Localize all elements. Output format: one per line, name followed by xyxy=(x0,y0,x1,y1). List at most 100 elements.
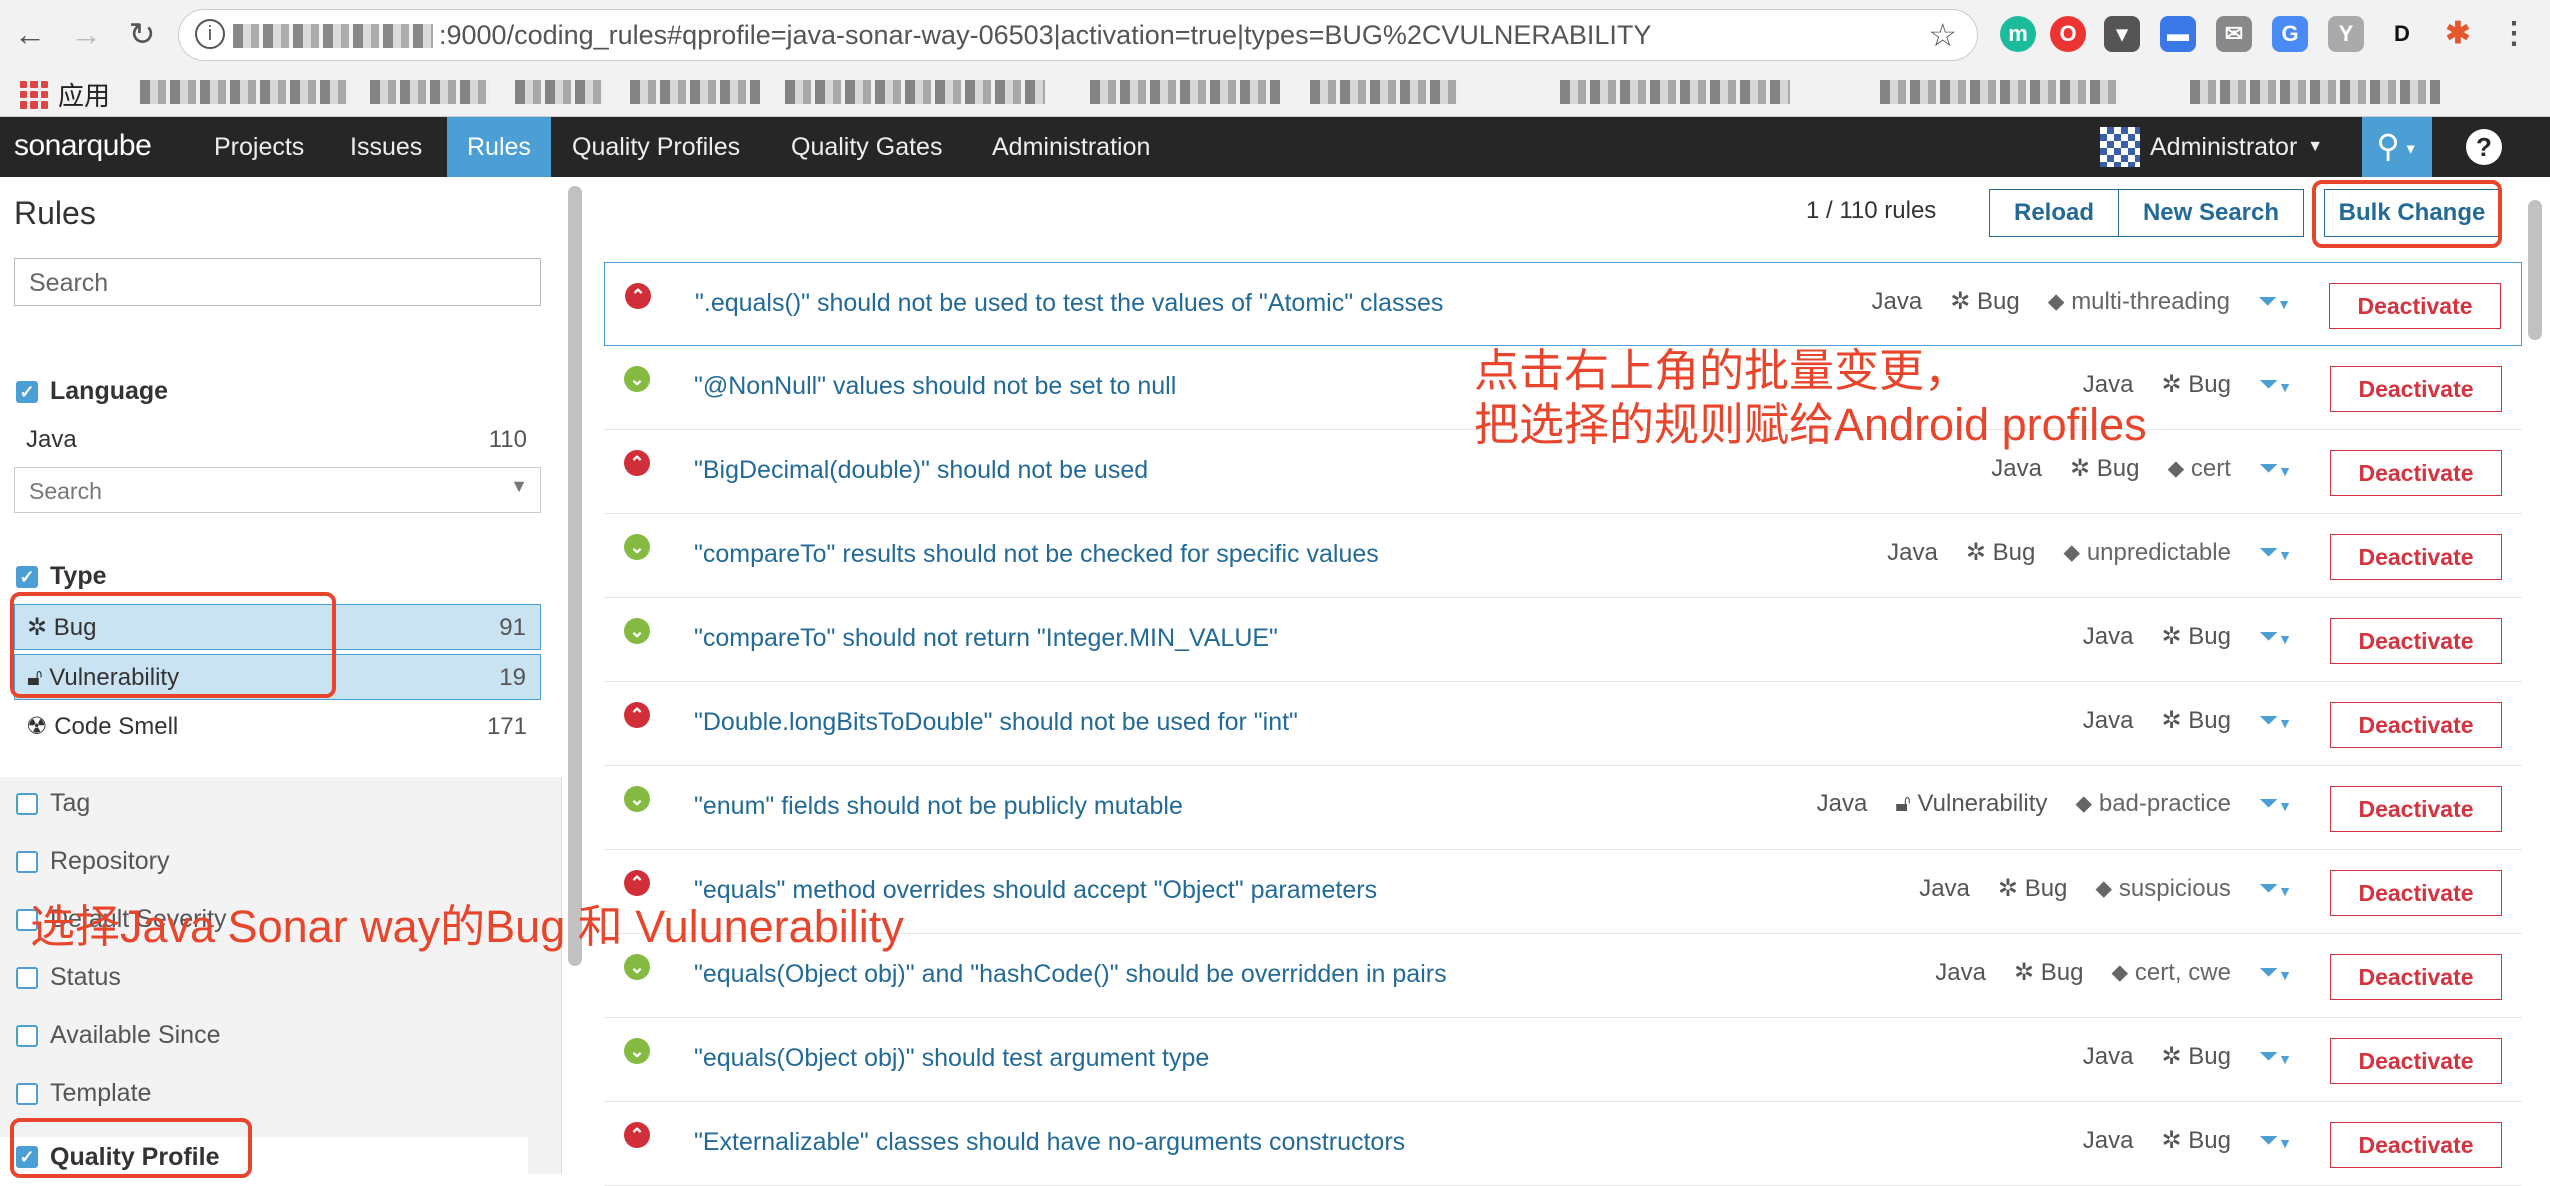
rule-tags[interactable]: ⬥ multi-threading xyxy=(2048,288,2230,316)
deactivate-button[interactable]: Deactivate xyxy=(2330,786,2502,832)
filter-icon[interactable]: ⏷▼ xyxy=(2259,623,2292,651)
nav-projects[interactable]: Projects xyxy=(194,117,324,177)
deactivate-button[interactable]: Deactivate xyxy=(2330,702,2502,748)
nav-issues[interactable]: Issues xyxy=(330,117,442,177)
extension-icon[interactable]: O xyxy=(2050,16,2086,52)
rule-name-link[interactable]: "Externalizable" classes should have no-… xyxy=(694,1128,1405,1157)
filter-icon[interactable]: ⏷▼ xyxy=(2258,288,2291,316)
filter-icon[interactable]: ⏷▼ xyxy=(2259,455,2292,483)
sidebar-scrollbar[interactable] xyxy=(568,186,582,966)
mail-icon[interactable]: ✉ xyxy=(2216,16,2252,52)
reload-icon[interactable]: ↻ xyxy=(122,14,162,54)
search-icon[interactable]: ⚲ ▼ xyxy=(2362,117,2432,177)
rule-tags[interactable]: ⬥ suspicious xyxy=(2095,875,2231,903)
rule-name-link[interactable]: "enum" fields should not be publicly mut… xyxy=(694,792,1183,821)
filter-icon[interactable]: ⏷▼ xyxy=(2259,1043,2292,1071)
deactivate-button[interactable]: Deactivate xyxy=(2330,366,2502,412)
rule-row[interactable]: ⌃ "Externalizable" classes should have no… xyxy=(604,1102,2522,1186)
deactivate-button[interactable]: Deactivate xyxy=(2330,1122,2502,1168)
deactivate-button[interactable]: Deactivate xyxy=(2330,534,2502,580)
facet-tag[interactable]: Tag xyxy=(16,789,90,818)
facet-item-java[interactable]: Java 110 xyxy=(14,417,541,463)
bookmark-item[interactable] xyxy=(2190,80,2440,104)
rule-name-link[interactable]: "equals(Object obj)" and "hashCode()" sh… xyxy=(694,960,1447,989)
rule-row[interactable]: ⌃ ".equals()" should not be used to test … xyxy=(604,262,2522,346)
bookmark-item[interactable] xyxy=(630,80,760,104)
deactivate-button[interactable]: Deactivate xyxy=(2330,618,2502,664)
menu-icon[interactable]: ⋮ xyxy=(2496,16,2532,52)
extension-icon[interactable]: ▬ xyxy=(2160,16,2196,52)
extension-icon[interactable]: Y xyxy=(2328,16,2364,52)
rule-name-link[interactable]: "equals(Object obj)" should test argumen… xyxy=(694,1044,1209,1073)
rule-tags[interactable]: ⬥ bad-practice xyxy=(2075,790,2231,818)
extension-icon[interactable]: m xyxy=(2000,16,2036,52)
filter-icon[interactable]: ⏷▼ xyxy=(2259,539,2292,567)
new-search-button[interactable]: New Search xyxy=(2118,189,2304,237)
language-search-select[interactable]: Search ▼ xyxy=(14,467,541,513)
extension-icon[interactable]: ✱ xyxy=(2440,16,2476,52)
translate-icon[interactable]: G xyxy=(2272,16,2308,52)
nav-quality-gates[interactable]: Quality Gates xyxy=(771,117,962,177)
filter-icon[interactable]: ⏷▼ xyxy=(2259,707,2292,735)
back-icon[interactable]: ← xyxy=(10,14,50,54)
pocket-icon[interactable]: ▾ xyxy=(2104,16,2140,52)
bookmark-star-icon[interactable]: ☆ xyxy=(1928,16,1957,54)
url-field[interactable]: i :9000/coding_rules#qprofile=java-sonar… xyxy=(178,9,1978,61)
deactivate-button[interactable]: Deactivate xyxy=(2330,450,2502,496)
rule-name-link[interactable]: "compareTo" results should not be checke… xyxy=(694,540,1379,569)
filter-icon[interactable]: ⏷▼ xyxy=(2259,959,2292,987)
rule-row[interactable]: ⌄ "equals(Object obj)" should test argume… xyxy=(604,1018,2522,1102)
rule-tags[interactable]: ⬥ unpredictable xyxy=(2063,539,2231,567)
reload-button[interactable]: Reload xyxy=(1989,189,2119,237)
facet-status[interactable]: Status xyxy=(16,963,121,992)
rule-row[interactable]: ⌄ "compareTo" results should not be check… xyxy=(604,514,2522,598)
top-navigation: sonarqube Projects Issues Rules Quality … xyxy=(0,117,2550,177)
nav-administration[interactable]: Administration xyxy=(972,117,1170,177)
rule-name-link[interactable]: "@NonNull" values should not be set to n… xyxy=(694,372,1176,401)
filter-icon[interactable]: ⏷▼ xyxy=(2259,790,2292,818)
deactivate-button[interactable]: Deactivate xyxy=(2330,1038,2502,1084)
bookmark-item[interactable] xyxy=(370,80,490,104)
nav-quality-profiles[interactable]: Quality Profiles xyxy=(552,117,760,177)
deactivate-button[interactable]: Deactivate xyxy=(2330,954,2502,1000)
filter-icon[interactable]: ⏷▼ xyxy=(2259,875,2292,903)
facet-repository[interactable]: Repository xyxy=(16,847,170,876)
facet-item-code-smell[interactable]: ☢ Code Smell 171 xyxy=(14,704,541,750)
info-icon[interactable]: i xyxy=(195,19,225,49)
bookmark-item[interactable] xyxy=(140,80,350,104)
user-menu[interactable]: Administrator ▼ xyxy=(2100,117,2323,177)
rule-row[interactable]: ⌄ "compareTo" should not return "Integer.… xyxy=(604,598,2522,682)
rule-name-link[interactable]: ".equals()" should not be used to test t… xyxy=(695,289,1443,318)
rule-name-link[interactable]: "compareTo" should not return "Integer.M… xyxy=(694,624,1278,653)
rule-name-link[interactable]: "BigDecimal(double)" should not be used xyxy=(694,456,1148,485)
select-placeholder: Search xyxy=(29,478,102,504)
rule-name-link[interactable]: "Double.longBitsToDouble" should not be … xyxy=(694,708,1298,737)
facet-template[interactable]: Template xyxy=(16,1079,151,1108)
deactivate-button[interactable]: Deactivate xyxy=(2329,283,2501,329)
deactivate-button[interactable]: Deactivate xyxy=(2330,870,2502,916)
main-scrollbar[interactable] xyxy=(2528,200,2542,340)
bookmark-item[interactable] xyxy=(785,80,1045,104)
rule-row[interactable]: ⌄ "enum" fields should not be publicly mu… xyxy=(604,766,2522,850)
facet-language-header[interactable]: ✓ Language xyxy=(16,377,168,406)
facet-type-header[interactable]: ✓ Type xyxy=(16,562,107,591)
filter-icon[interactable]: ⏷▼ xyxy=(2259,1127,2292,1155)
rule-tags[interactable]: ⬥ cert xyxy=(2167,455,2231,483)
filter-icon[interactable]: ⏷▼ xyxy=(2259,371,2292,399)
bookmark-item[interactable] xyxy=(1090,80,1280,104)
facet-available-since[interactable]: Available Since xyxy=(16,1021,220,1050)
bookmark-item[interactable] xyxy=(1310,80,1460,104)
rules-search-input[interactable]: Search xyxy=(14,258,541,306)
sonarqube-logo[interactable]: sonarqube xyxy=(14,129,152,163)
bookmark-item[interactable] xyxy=(1880,80,2120,104)
help-icon[interactable]: ? xyxy=(2466,129,2502,165)
facet-item-count: 110 xyxy=(488,426,527,453)
rule-tags[interactable]: ⬥ cert, cwe xyxy=(2111,959,2231,987)
forward-icon[interactable]: → xyxy=(66,14,106,54)
rule-row[interactable]: ⌃ "Double.longBitsToDouble" should not be… xyxy=(604,682,2522,766)
nav-rules[interactable]: Rules xyxy=(447,117,551,177)
apps-shortcut[interactable]: 应用 xyxy=(20,76,110,113)
extension-icon[interactable]: D xyxy=(2384,16,2420,52)
bookmark-item[interactable] xyxy=(1560,80,1790,104)
bookmark-item[interactable] xyxy=(515,80,605,104)
